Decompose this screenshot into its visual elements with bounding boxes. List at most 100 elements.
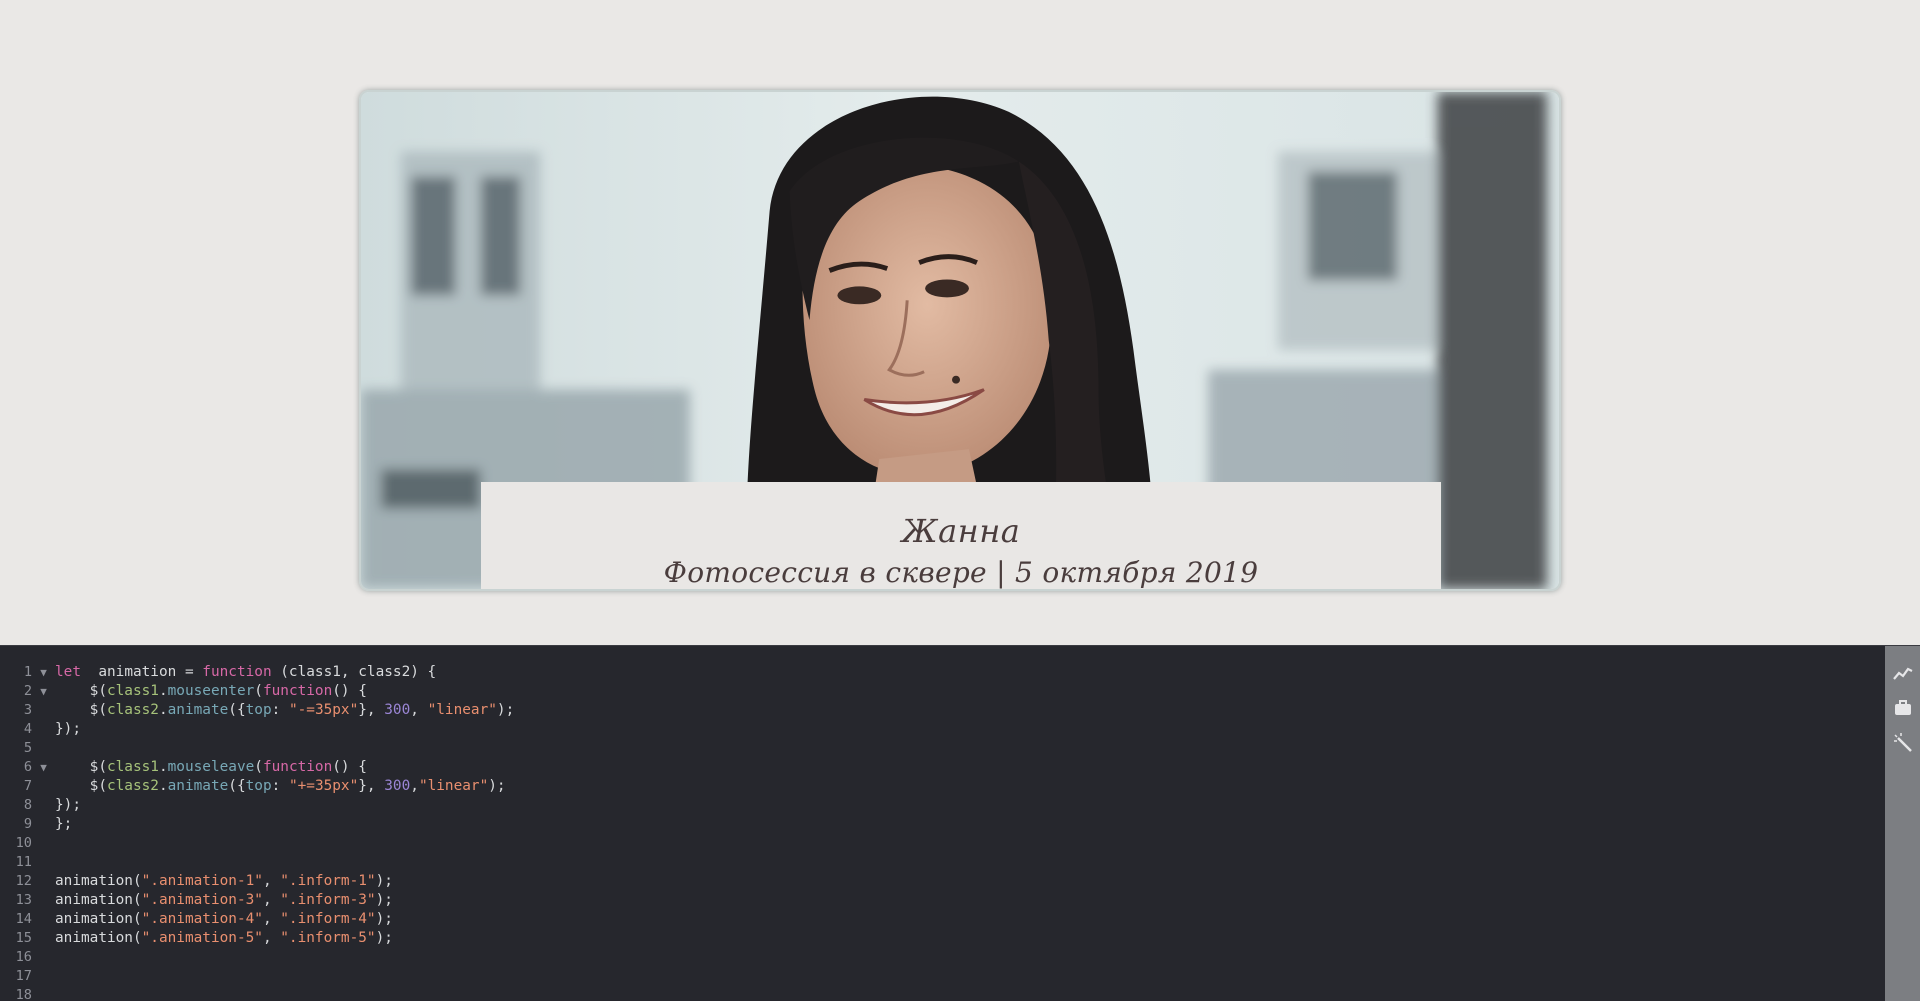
code-token: "-=35px" xyxy=(288,702,359,718)
photo-card[interactable]: Жанна Фотосессия в сквере | 5 октября 20… xyxy=(359,90,1561,591)
fold-arrow-icon[interactable]: ▼ xyxy=(32,663,55,682)
magic-wand-icon[interactable] xyxy=(1893,732,1913,752)
code-text: animation(".animation-1", ".inform-1"); xyxy=(55,873,393,889)
code-token: ({ xyxy=(228,702,246,718)
code-text: }; xyxy=(55,816,72,832)
code-token: ".animation-3" xyxy=(141,892,263,908)
code-token: ".inform-3" xyxy=(280,892,376,908)
code-token: . xyxy=(158,759,168,775)
fold-gutter xyxy=(32,853,55,872)
code-line[interactable]: 14 animation(".animation-4", ".inform-4"… xyxy=(0,910,1885,929)
code-line[interactable]: 2 ▼ $(class1.mouseenter(function() { xyxy=(0,682,1885,701)
fold-gutter xyxy=(32,739,55,758)
code-token: , xyxy=(410,702,428,718)
caption-subtitle: Фотосессия в сквере | 5 октября 2019 xyxy=(663,556,1259,589)
code-token: animation( xyxy=(55,892,142,908)
code-token: let xyxy=(55,664,81,680)
code-token: function xyxy=(202,664,272,680)
fold-arrow-icon[interactable]: ▼ xyxy=(32,758,55,777)
code-token: : xyxy=(271,778,289,794)
code-token: ); xyxy=(375,911,393,927)
fold-gutter xyxy=(32,929,55,948)
line-number: 15 xyxy=(15,930,32,946)
code-text: animation(".animation-5", ".inform-5"); xyxy=(55,930,393,946)
code-line[interactable]: 15 animation(".animation-5", ".inform-5"… xyxy=(0,929,1885,948)
code-token: class1 xyxy=(106,759,159,775)
fold-gutter xyxy=(32,967,55,986)
code-token: "+=35px" xyxy=(288,778,359,794)
code-text: }); xyxy=(55,797,81,813)
code-token: $( xyxy=(55,759,107,775)
code-token: top xyxy=(245,702,272,718)
line-number: 3 xyxy=(23,702,32,718)
code-token: : xyxy=(271,702,289,718)
code-text: $(class1.mouseleave(function() { xyxy=(55,759,367,775)
code-line[interactable]: 4 }); xyxy=(0,720,1885,739)
line-number: 1 xyxy=(23,664,32,680)
code-token: class2 xyxy=(106,702,159,718)
code-lines[interactable]: 1 ▼ let animation = function (class1, clas… xyxy=(0,663,1885,1001)
fold-gutter xyxy=(32,891,55,910)
code-token: $( xyxy=(55,778,107,794)
code-token: ".animation-5" xyxy=(141,930,263,946)
code-text: let animation = function (class1, class2… xyxy=(55,664,436,680)
line-number: 13 xyxy=(15,892,32,908)
code-token: animation = xyxy=(81,664,203,680)
code-token: mouseleave xyxy=(167,759,255,775)
code-line[interactable]: 6 ▼ $(class1.mouseleave(function() { xyxy=(0,758,1885,777)
fold-gutter xyxy=(32,796,55,815)
briefcase-icon[interactable] xyxy=(1893,698,1913,718)
editor-toolbar xyxy=(1885,646,1920,1001)
code-line[interactable]: 10 xyxy=(0,834,1885,853)
code-line[interactable]: 1 ▼ let animation = function (class1, clas… xyxy=(0,663,1885,682)
code-token: animation( xyxy=(55,911,142,927)
code-token: class2 xyxy=(106,778,159,794)
line-number: 4 xyxy=(23,721,32,737)
code-line[interactable]: 5 xyxy=(0,739,1885,758)
code-line[interactable]: 9 }; xyxy=(0,815,1885,834)
code-token: ); xyxy=(496,702,515,718)
code-token: ); xyxy=(488,778,506,794)
code-token: , xyxy=(262,930,281,946)
code-token: ".inform-1" xyxy=(280,873,376,889)
line-number: 9 xyxy=(23,816,32,832)
line-number: 5 xyxy=(23,740,32,756)
line-number: 11 xyxy=(15,854,32,870)
fold-gutter xyxy=(32,777,55,796)
code-line[interactable]: 16 xyxy=(0,948,1885,967)
photo-caption: Жанна Фотосессия в сквере | 5 октября 20… xyxy=(481,482,1441,589)
code-token: }, xyxy=(358,702,385,718)
code-token: mouseenter xyxy=(167,683,255,699)
code-token: , xyxy=(410,778,419,794)
fold-arrow-icon[interactable]: ▼ xyxy=(32,682,55,701)
code-token: 300 xyxy=(384,778,411,794)
fold-gutter xyxy=(32,834,55,853)
code-line[interactable]: 3 $(class2.animate({top: "-=35px"}, 300,… xyxy=(0,701,1885,720)
code-line[interactable]: 18 xyxy=(0,986,1885,1001)
code-editor[interactable]: 1 ▼ let animation = function (class1, clas… xyxy=(0,645,1920,1001)
analytics-icon[interactable] xyxy=(1893,664,1913,684)
code-token: }; xyxy=(55,816,73,832)
code-text: $(class2.animate({top: "+=35px"}, 300,"l… xyxy=(55,778,506,794)
code-line[interactable]: 7 $(class2.animate({top: "+=35px"}, 300,… xyxy=(0,777,1885,796)
code-token: ".animation-1" xyxy=(141,873,263,889)
code-line[interactable]: 8 }); xyxy=(0,796,1885,815)
code-token: ); xyxy=(375,873,393,889)
fold-gutter xyxy=(32,815,55,834)
code-line[interactable]: 13 animation(".animation-3", ".inform-3"… xyxy=(0,891,1885,910)
code-text: }); xyxy=(55,721,81,737)
code-line[interactable]: 11 xyxy=(0,853,1885,872)
code-token: $( xyxy=(55,683,107,699)
code-line[interactable]: 17 xyxy=(0,967,1885,986)
code-token: animate xyxy=(167,702,229,718)
code-token: class1 xyxy=(106,683,159,699)
code-token: . xyxy=(158,702,168,718)
code-line[interactable]: 12 animation(".animation-1", ".inform-1"… xyxy=(0,872,1885,891)
fold-gutter xyxy=(32,720,55,739)
code-token: $( xyxy=(55,702,107,718)
code-token: ( xyxy=(254,683,263,699)
line-number: 12 xyxy=(15,873,32,889)
line-number: 6 xyxy=(23,759,32,775)
code-token: animation( xyxy=(55,873,142,889)
code-token: }); xyxy=(55,797,81,813)
